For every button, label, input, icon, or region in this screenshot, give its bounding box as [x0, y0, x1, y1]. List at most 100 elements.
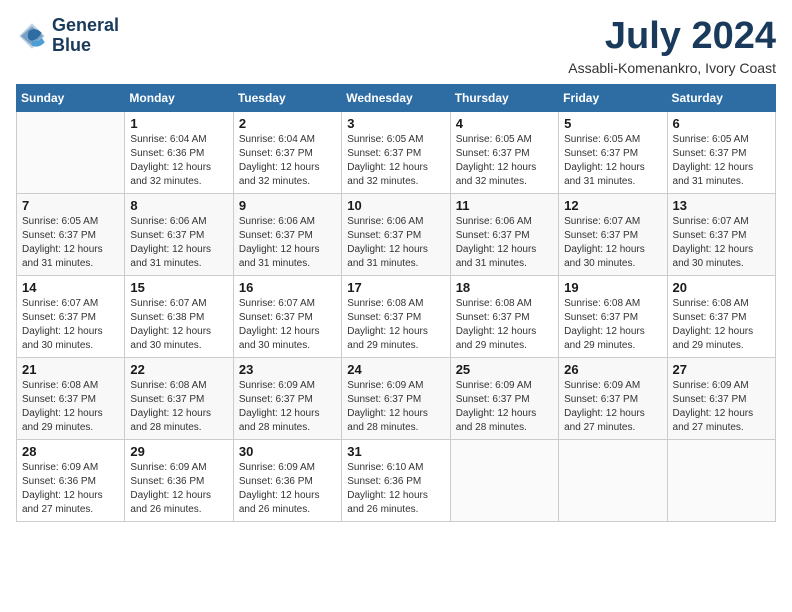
calendar-cell: 12Sunrise: 6:07 AM Sunset: 6:37 PM Dayli… [559, 193, 667, 275]
calendar-cell: 11Sunrise: 6:06 AM Sunset: 6:37 PM Dayli… [450, 193, 558, 275]
day-info: Sunrise: 6:05 AM Sunset: 6:37 PM Dayligh… [22, 215, 119, 271]
calendar-cell: 22 Sunrise: 6:08 AM Sunset: 6:37 PM Dayli… [125, 357, 233, 439]
weekday-header: Monday [125, 84, 233, 111]
day-info: Sunrise: 6:05 AM Sunset: 6:37 PM Dayligh… [564, 133, 661, 189]
day-number: 14 [22, 280, 119, 295]
day-number: 22 [130, 362, 227, 377]
calendar-cell: 27 Sunrise: 6:09 AM Sunset: 6:37 PM Dayli… [667, 357, 775, 439]
day-number: 17 [347, 280, 444, 295]
weekday-header: Wednesday [342, 84, 450, 111]
day-number: 24 [347, 362, 444, 377]
page-header: General Blue July 2024 Assabli-Komenankr… [16, 16, 776, 76]
weekday-header: Friday [559, 84, 667, 111]
calendar-week-row: 1Sunrise: 6:04 AM Sunset: 6:36 PM Daylig… [17, 111, 776, 193]
day-info: Sunrise: 6:08 AM Sunset: 6:37 PM Dayligh… [130, 379, 227, 435]
day-info: Sunrise: 6:09 AM Sunset: 6:37 PM Dayligh… [673, 379, 770, 435]
calendar-cell: 3 Sunrise: 6:05 AM Sunset: 6:37 PM Daylig… [342, 111, 450, 193]
day-info: Sunrise: 6:07 AM Sunset: 6:37 PM Dayligh… [239, 297, 336, 353]
day-number: 31 [347, 444, 444, 459]
calendar-cell: 26Sunrise: 6:09 AM Sunset: 6:37 PM Dayli… [559, 357, 667, 439]
day-number: 19 [564, 280, 661, 295]
calendar-cell: 8 Sunrise: 6:06 AM Sunset: 6:37 PM Daylig… [125, 193, 233, 275]
day-info: Sunrise: 6:09 AM Sunset: 6:36 PM Dayligh… [130, 461, 227, 517]
calendar-cell [667, 439, 775, 521]
day-number: 15 [130, 280, 227, 295]
day-number: 29 [130, 444, 227, 459]
calendar-cell: 1Sunrise: 6:04 AM Sunset: 6:36 PM Daylig… [125, 111, 233, 193]
day-number: 8 [130, 198, 227, 213]
day-info: Sunrise: 6:06 AM Sunset: 6:37 PM Dayligh… [130, 215, 227, 271]
calendar-cell: 31 Sunrise: 6:10 AM Sunset: 6:36 PM Dayli… [342, 439, 450, 521]
day-number: 27 [673, 362, 770, 377]
calendar-cell: 18 Sunrise: 6:08 AM Sunset: 6:37 PM Dayli… [450, 275, 558, 357]
day-info: Sunrise: 6:09 AM Sunset: 6:37 PM Dayligh… [347, 379, 444, 435]
day-number: 25 [456, 362, 553, 377]
day-number: 1 [130, 116, 227, 131]
day-number: 9 [239, 198, 336, 213]
day-info: Sunrise: 6:08 AM Sunset: 6:37 PM Dayligh… [673, 297, 770, 353]
day-info: Sunrise: 6:05 AM Sunset: 6:37 PM Dayligh… [673, 133, 770, 189]
day-info: Sunrise: 6:09 AM Sunset: 6:36 PM Dayligh… [239, 461, 336, 517]
day-info: Sunrise: 6:05 AM Sunset: 6:37 PM Dayligh… [456, 133, 553, 189]
day-number: 2 [239, 116, 336, 131]
logo-icon [16, 20, 48, 52]
day-info: Sunrise: 6:09 AM Sunset: 6:37 PM Dayligh… [239, 379, 336, 435]
weekday-header: Tuesday [233, 84, 341, 111]
day-number: 5 [564, 116, 661, 131]
day-info: Sunrise: 6:08 AM Sunset: 6:37 PM Dayligh… [22, 379, 119, 435]
weekday-header: Thursday [450, 84, 558, 111]
day-number: 18 [456, 280, 553, 295]
calendar-cell: 9 Sunrise: 6:06 AM Sunset: 6:37 PM Daylig… [233, 193, 341, 275]
day-info: Sunrise: 6:09 AM Sunset: 6:37 PM Dayligh… [564, 379, 661, 435]
day-number: 23 [239, 362, 336, 377]
day-info: Sunrise: 6:07 AM Sunset: 6:37 PM Dayligh… [22, 297, 119, 353]
calendar-cell: 23 Sunrise: 6:09 AM Sunset: 6:37 PM Dayli… [233, 357, 341, 439]
day-number: 28 [22, 444, 119, 459]
calendar-cell: 15Sunrise: 6:07 AM Sunset: 6:38 PM Dayli… [125, 275, 233, 357]
day-info: Sunrise: 6:05 AM Sunset: 6:37 PM Dayligh… [347, 133, 444, 189]
day-info: Sunrise: 6:07 AM Sunset: 6:37 PM Dayligh… [673, 215, 770, 271]
calendar-cell: 25 Sunrise: 6:09 AM Sunset: 6:37 PM Dayli… [450, 357, 558, 439]
calendar-cell: 7 Sunrise: 6:05 AM Sunset: 6:37 PM Daylig… [17, 193, 125, 275]
weekday-header: Sunday [17, 84, 125, 111]
day-number: 21 [22, 362, 119, 377]
day-number: 16 [239, 280, 336, 295]
day-number: 7 [22, 198, 119, 213]
day-info: Sunrise: 6:09 AM Sunset: 6:36 PM Dayligh… [22, 461, 119, 517]
day-info: Sunrise: 6:08 AM Sunset: 6:37 PM Dayligh… [564, 297, 661, 353]
calendar-cell: 13Sunrise: 6:07 AM Sunset: 6:37 PM Dayli… [667, 193, 775, 275]
day-info: Sunrise: 6:06 AM Sunset: 6:37 PM Dayligh… [347, 215, 444, 271]
calendar-cell: 29 Sunrise: 6:09 AM Sunset: 6:36 PM Dayli… [125, 439, 233, 521]
day-info: Sunrise: 6:10 AM Sunset: 6:36 PM Dayligh… [347, 461, 444, 517]
day-info: Sunrise: 6:08 AM Sunset: 6:37 PM Dayligh… [456, 297, 553, 353]
calendar-cell: 5 Sunrise: 6:05 AM Sunset: 6:37 PM Daylig… [559, 111, 667, 193]
calendar-cell: 14 Sunrise: 6:07 AM Sunset: 6:37 PM Dayli… [17, 275, 125, 357]
day-number: 10 [347, 198, 444, 213]
calendar-week-row: 21 Sunrise: 6:08 AM Sunset: 6:37 PM Dayli… [17, 357, 776, 439]
calendar-cell: 20Sunrise: 6:08 AM Sunset: 6:37 PM Dayli… [667, 275, 775, 357]
calendar-cell: 2Sunrise: 6:04 AM Sunset: 6:37 PM Daylig… [233, 111, 341, 193]
calendar-cell: 21 Sunrise: 6:08 AM Sunset: 6:37 PM Dayli… [17, 357, 125, 439]
logo: General Blue [16, 16, 119, 56]
day-info: Sunrise: 6:06 AM Sunset: 6:37 PM Dayligh… [239, 215, 336, 271]
calendar-week-row: 28 Sunrise: 6:09 AM Sunset: 6:36 PM Dayli… [17, 439, 776, 521]
calendar-cell: 24 Sunrise: 6:09 AM Sunset: 6:37 PM Dayli… [342, 357, 450, 439]
month-year: July 2024 [568, 16, 776, 58]
calendar-cell [450, 439, 558, 521]
day-number: 6 [673, 116, 770, 131]
calendar-week-row: 14 Sunrise: 6:07 AM Sunset: 6:37 PM Dayli… [17, 275, 776, 357]
calendar-cell [559, 439, 667, 521]
calendar-cell: 17Sunrise: 6:08 AM Sunset: 6:37 PM Dayli… [342, 275, 450, 357]
day-number: 3 [347, 116, 444, 131]
day-info: Sunrise: 6:06 AM Sunset: 6:37 PM Dayligh… [456, 215, 553, 271]
day-info: Sunrise: 6:09 AM Sunset: 6:37 PM Dayligh… [456, 379, 553, 435]
day-number: 12 [564, 198, 661, 213]
title-block: July 2024 Assabli-Komenankro, Ivory Coas… [568, 16, 776, 76]
calendar-cell: 10 Sunrise: 6:06 AM Sunset: 6:37 PM Dayli… [342, 193, 450, 275]
calendar-cell [17, 111, 125, 193]
day-number: 4 [456, 116, 553, 131]
weekday-header: Saturday [667, 84, 775, 111]
calendar-cell: 30Sunrise: 6:09 AM Sunset: 6:36 PM Dayli… [233, 439, 341, 521]
calendar-week-row: 7 Sunrise: 6:05 AM Sunset: 6:37 PM Daylig… [17, 193, 776, 275]
calendar-cell: 6 Sunrise: 6:05 AM Sunset: 6:37 PM Daylig… [667, 111, 775, 193]
